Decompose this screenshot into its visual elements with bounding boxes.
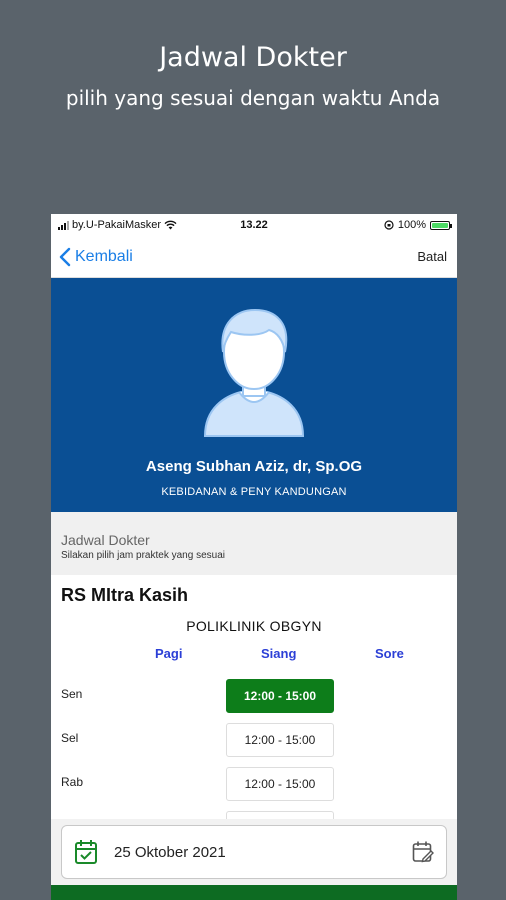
hospital-name: RS MItra Kasih <box>61 585 189 605</box>
schedule-card: RS MItra Kasih POLIKLINIK OBGYN Pagi Sia… <box>51 575 457 819</box>
promo-title: Jadwal Dokter <box>159 42 347 73</box>
slot-rab-siang[interactable]: 12:00 - 15:00 <box>226 767 334 801</box>
calendar-edit-icon[interactable] <box>412 840 434 864</box>
signal-icon <box>58 220 69 230</box>
calendar-check-icon <box>75 840 97 864</box>
promo-subtitle: pilih yang sesuai dengan waktu Anda <box>65 86 441 110</box>
phone-screen: by.U-PakaiMasker 13.22 100% Kembali Bata… <box>51 214 457 900</box>
orientation-lock-icon <box>384 220 394 230</box>
section-subtitle: Silakan pilih jam praktek yang sesuai <box>61 550 225 561</box>
battery-percent: 100% <box>397 219 426 231</box>
status-time: 13.22 <box>240 219 268 231</box>
date-picker[interactable]: 25 Oktober 2021 <box>61 825 447 879</box>
doctor-avatar-icon <box>203 308 305 437</box>
schedule-section-header: Jadwal Dokter Silakan pilih jam praktek … <box>51 512 457 575</box>
battery-icon <box>430 220 452 230</box>
slot-sel-siang[interactable]: 12:00 - 15:00 <box>226 723 334 757</box>
clinic-name: POLIKLINIK OBGYN <box>186 618 322 634</box>
back-button[interactable]: Kembali <box>59 247 133 267</box>
selected-date: 25 Oktober 2021 <box>114 843 226 861</box>
column-siang: Siang <box>261 646 297 661</box>
back-label: Kembali <box>75 247 133 265</box>
cancel-button[interactable]: Batal <box>417 249 447 264</box>
doctor-name: Aseng Subhan Aziz, dr, Sp.OG <box>145 458 363 475</box>
section-title: Jadwal Dokter <box>61 532 150 548</box>
navigation-bar: Kembali Batal <box>51 236 457 278</box>
confirm-button-edge[interactable] <box>51 885 457 900</box>
slot-sen-siang[interactable]: 12:00 - 15:00 <box>226 679 334 713</box>
day-label-sel: Sel <box>61 731 79 745</box>
doctor-header: Aseng Subhan Aziz, dr, Sp.OG KEBIDANAN &… <box>51 278 457 512</box>
wifi-icon <box>164 220 177 230</box>
doctor-specialty: KEBIDANAN & PENY KANDUNGAN <box>161 486 347 498</box>
chevron-left-icon <box>59 247 71 266</box>
day-label-sen: Sen <box>61 687 83 701</box>
carrier-label: by.U-PakaiMasker <box>72 219 162 231</box>
status-bar: by.U-PakaiMasker 13.22 100% <box>51 214 457 236</box>
day-label-rab: Rab <box>61 775 84 789</box>
column-pagi: Pagi <box>155 646 183 661</box>
column-sore: Sore <box>375 646 404 661</box>
slot-partial <box>226 811 334 819</box>
